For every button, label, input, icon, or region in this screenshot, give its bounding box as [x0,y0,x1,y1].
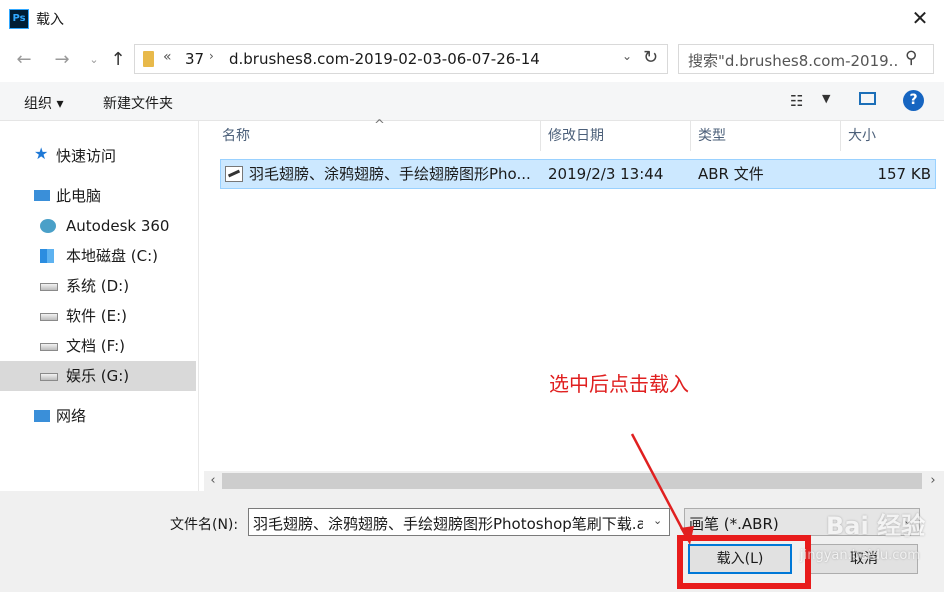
sidebar-item-label: 此电脑 [56,187,102,205]
organize-button[interactable]: 组织 ▾ [24,93,63,113]
sidebar-item-drive-g[interactable]: 娱乐 (G:) [0,361,196,391]
column-divider[interactable] [690,121,691,151]
scrollbar-thumb[interactable] [222,473,922,489]
sidebar-item-drive-d[interactable]: 系统 (D:) [0,271,196,301]
file-type: ABR 文件 [698,165,764,183]
column-header-size[interactable]: 大小 [848,121,876,151]
filetype-value: 画笔 (*.ABR) [689,515,779,533]
scroll-left-icon[interactable]: ‹ [204,471,222,491]
cloud-icon [40,219,56,233]
sidebar-item-autodesk-360[interactable]: Autodesk 360 [0,211,196,241]
drive-icon [40,343,58,351]
file-name: 羽毛翅膀、涂鸦翅膀、手绘翅膀图形Pho... [249,165,531,183]
annotation-text: 选中后点击载入 [549,372,689,396]
sidebar-item-drive-e[interactable]: 软件 (E:) [0,301,196,331]
filetype-select[interactable]: 画笔 (*.ABR) ⌄ [684,508,920,536]
filename-label: 文件名(N): [170,517,239,533]
chevron-down-icon[interactable]: ⌄ [622,49,632,63]
window-title: 载入 [36,12,64,28]
filename-input[interactable]: 羽毛翅膀、涂鸦翅膀、手绘翅膀图形Photoshop笔刷下载.abr [253,513,643,534]
arrow-left-icon[interactable]: ← [12,48,36,72]
drive-icon [40,373,58,381]
breadcrumb-37[interactable]: 37 [185,50,204,68]
search-input[interactable]: 搜索"d.brushes8.com-2019... [688,50,898,71]
refresh-icon[interactable]: ↻ [643,47,658,68]
dialog-footer: 文件名(N): 羽毛翅膀、涂鸦翅膀、手绘翅膀图形Photoshop笔刷下载.ab… [0,491,944,592]
windows-drive-icon [40,249,54,263]
star-icon: ★ [34,144,49,163]
sidebar-item-label: 文档 (F:) [66,337,125,355]
search-icon[interactable]: ⚲ [905,48,917,68]
photoshop-app-icon: Ps [9,9,29,29]
chevron-down-icon[interactable]: ⌄ [653,514,662,527]
help-icon[interactable]: ? [903,90,924,111]
close-icon[interactable]: ✕ [904,5,936,33]
recent-locations-chevron-icon[interactable]: ⌄ [82,48,106,72]
computer-icon [34,190,50,201]
drive-icon [40,283,58,291]
scroll-right-icon[interactable]: › [924,471,942,491]
chevron-down-icon[interactable]: ▼ [822,92,830,105]
drive-icon [40,313,58,321]
sidebar-item-label: 本地磁盘 (C:) [66,247,158,265]
command-bar: 组织 ▾ 新建文件夹 ☷ ▼ [0,82,944,121]
title-bar: Ps 载入 ✕ [0,0,944,38]
breadcrumb-current-folder[interactable]: d.brushes8.com-2019-02-03-06-07-26-14 [229,50,540,68]
sidebar-item-label: 娱乐 (G:) [66,367,130,385]
sort-ascending-icon: ^ [374,118,385,133]
cancel-button[interactable]: 取消 [810,544,918,574]
column-header-modified[interactable]: 修改日期 [548,121,604,151]
column-header-type[interactable]: 类型 [698,121,726,151]
sidebar-item-label: Autodesk 360 [66,217,170,235]
address-overflow[interactable]: « [163,49,172,65]
arrow-up-icon[interactable]: ↑ [106,48,130,72]
file-modified: 2019/2/3 13:44 [548,165,664,183]
load-button[interactable]: 载入(L) [688,544,792,574]
folder-icon [143,51,154,67]
column-divider[interactable] [540,121,541,151]
address-bar[interactable]: « 37 › d.brushes8.com-2019-02-03-06-07-2… [134,44,668,74]
preview-pane-icon[interactable] [859,92,876,105]
view-options-icon[interactable]: ☷ [790,92,803,110]
navigation-pane: ★ 快速访问 此电脑 Autodesk 360 本地磁盘 (C:) 系统 (D:… [0,121,199,491]
sidebar-item-label: 快速访问 [56,147,117,165]
search-box[interactable]: 搜索"d.brushes8.com-2019... ⚲ [678,44,934,74]
sidebar-item-label: 软件 (E:) [66,307,128,325]
new-folder-button[interactable]: 新建文件夹 [103,93,173,113]
filename-combobox[interactable]: 羽毛翅膀、涂鸦翅膀、手绘翅膀图形Photoshop笔刷下载.abr ⌄ [248,508,670,536]
sidebar-item-drive-c[interactable]: 本地磁盘 (C:) [0,241,196,271]
chevron-down-icon[interactable]: ⌄ [903,514,912,527]
sidebar-item-label: 网络 [56,407,87,425]
file-size: 157 KB [877,165,931,183]
file-list: ^ 名称 修改日期 类型 大小 羽毛翅膀、涂鸦翅膀、手绘翅膀图形Pho... 2… [204,118,944,471]
sidebar-item-network[interactable]: 网络 [0,401,196,431]
arrow-right-icon[interactable]: → [50,48,74,72]
sidebar-item-quick-access[interactable]: ★ 快速访问 [0,141,196,171]
sidebar-item-this-pc[interactable]: 此电脑 [0,181,196,211]
column-divider[interactable] [840,121,841,151]
column-header-name[interactable]: 名称 [222,121,250,151]
horizontal-scrollbar[interactable]: ‹ › [204,471,944,491]
sidebar-item-label: 系统 (D:) [66,277,130,295]
table-row[interactable]: 羽毛翅膀、涂鸦翅膀、手绘翅膀图形Pho... 2019/2/3 13:44 AB… [220,159,936,189]
sidebar-item-drive-f[interactable]: 文档 (F:) [0,331,196,361]
network-icon [34,410,50,422]
abr-file-icon [225,166,243,182]
breadcrumb-separator[interactable]: › [209,49,214,63]
